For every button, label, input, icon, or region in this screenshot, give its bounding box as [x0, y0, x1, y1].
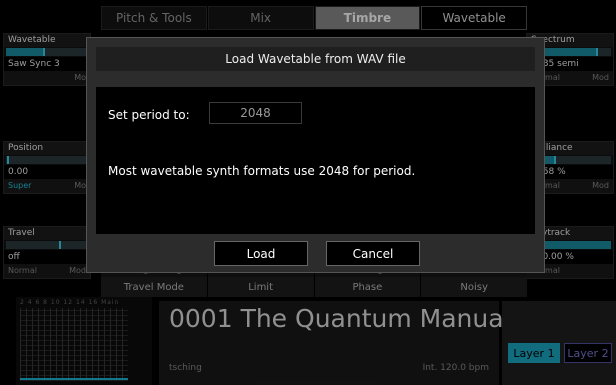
- load-button[interactable]: Load: [214, 241, 308, 266]
- period-input[interactable]: 2048: [209, 102, 302, 124]
- dialog-content: Set period to: 2048 Most wavetable synth…: [96, 87, 535, 234]
- dialog-title: Load Wavetable from WAV file: [96, 47, 535, 71]
- load-wavetable-dialog: Load Wavetable from WAV file Set period …: [86, 37, 545, 273]
- dialog-message: Most wavetable synth formats use 2048 fo…: [108, 164, 416, 178]
- cancel-button[interactable]: Cancel: [326, 241, 420, 266]
- period-label: Set period to:: [108, 108, 190, 122]
